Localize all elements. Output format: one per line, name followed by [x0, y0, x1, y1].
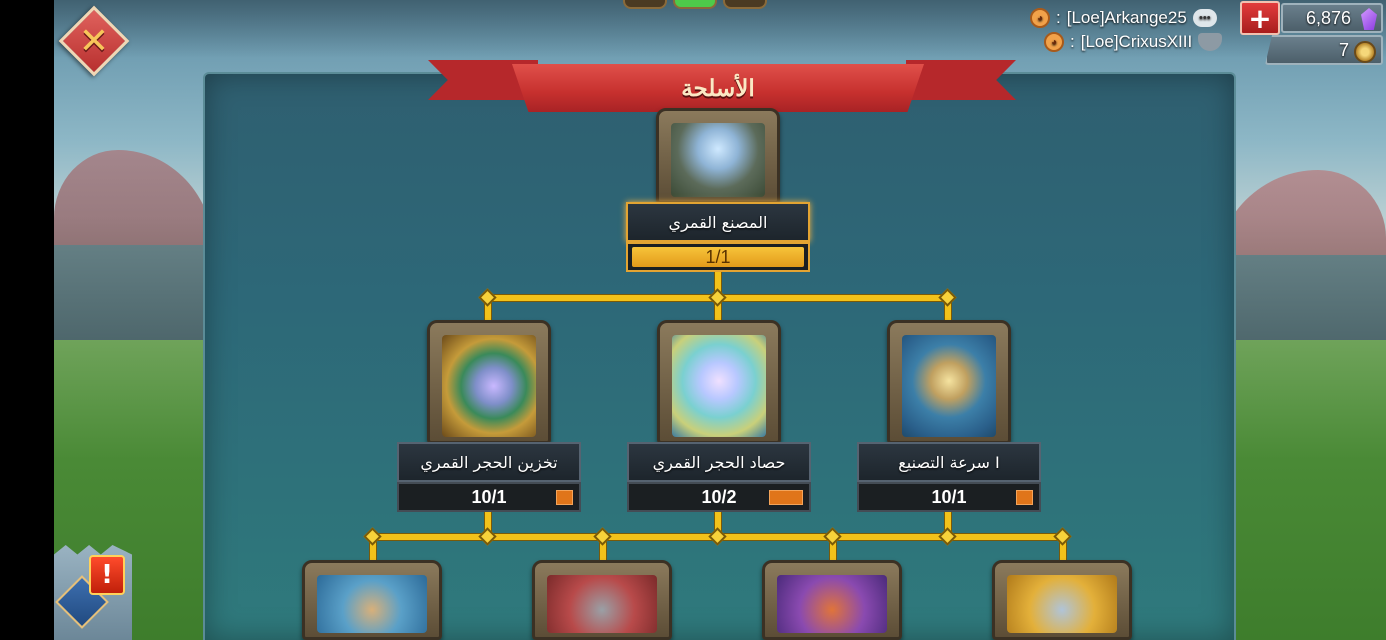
moonstones-icon [672, 335, 766, 437]
lunar-foundry-icon [671, 123, 765, 197]
node-frame [887, 320, 1011, 444]
player-prefix: : [1056, 8, 1061, 27]
plus-icon: + [1248, 1, 1272, 35]
node-frame [762, 560, 902, 640]
research-node-tier3[interactable] [762, 560, 902, 640]
player-row-2[interactable]: ◕ : [Loe]CrixusXIII [1044, 32, 1223, 52]
node-progress: 10/1 [397, 482, 581, 512]
node-title: حصاد الحجر القمري [627, 442, 811, 482]
player-name: [Loe]Arkange25 [1066, 8, 1187, 27]
add-gems-button[interactable]: + [1240, 1, 1280, 35]
shield-wings-icon [1198, 33, 1223, 51]
player-name: [Loe]CrixusXIII [1080, 32, 1193, 51]
research-node-tier3[interactable] [992, 560, 1132, 640]
player-prefix: : [1070, 32, 1075, 51]
player-face-icon: ◕ [1030, 8, 1050, 28]
research-node-root[interactable]: المصنع القمري 1/1 [626, 80, 810, 276]
node-frame [302, 560, 442, 640]
progress-text: 10/1 [931, 486, 967, 507]
page-dot[interactable] [623, 0, 667, 9]
progress-text: 10/2 [701, 486, 737, 507]
research-node-tier3[interactable] [302, 560, 442, 640]
node-frame [656, 108, 780, 204]
node-frame [427, 320, 551, 444]
purple-gem-icon [1361, 8, 1377, 30]
gold-medal-icon [1354, 41, 1376, 63]
page-dot-active[interactable] [673, 0, 717, 9]
moonstone-chest-icon [442, 335, 536, 437]
level-marker [556, 490, 573, 505]
level-marker [1016, 490, 1033, 505]
page-dot[interactable] [723, 0, 767, 9]
siege-icon [777, 575, 887, 633]
node-title: المصنع القمري [626, 202, 810, 242]
node-progress: 10/1 [857, 482, 1041, 512]
soldier-icon [1007, 575, 1117, 633]
research-node-speed[interactable]: سرعة التصنيع I 10/1 [857, 320, 1041, 514]
gems-value: 6,876 [1305, 7, 1351, 28]
progress-text: 1/1 [705, 246, 731, 267]
node-progress: 10/2 [627, 482, 811, 512]
alert-button[interactable]: ! [54, 535, 134, 640]
gems-counter[interactable]: 6,876 [1281, 3, 1383, 33]
player-row-1[interactable]: ◕ : [Loe]Arkange25 ••• [1030, 8, 1217, 28]
tokens-value: 7 [1338, 39, 1349, 60]
level-marker [769, 490, 803, 505]
background-wall-left [54, 245, 224, 340]
player-face-icon: ◕ [1044, 32, 1064, 52]
node-frame [992, 560, 1132, 640]
alert-exclamation-icon: ! [89, 555, 125, 595]
speech-bubble-icon: ••• [1192, 9, 1217, 27]
node-frame [657, 320, 781, 444]
node-frame [532, 560, 672, 640]
research-node-storage[interactable]: تخزين الحجر القمري 10/1 [397, 320, 581, 514]
research-node-harvest[interactable]: حصاد الحجر القمري 10/2 [627, 320, 811, 514]
node-title: سرعة التصنيع I [857, 442, 1041, 482]
node-progress: 1/1 [626, 242, 810, 272]
background-wall-right [1226, 255, 1386, 345]
page-indicator [623, 0, 767, 9]
research-node-tier3[interactable] [532, 560, 672, 640]
left-black-bar [0, 0, 54, 640]
shield-speed-icon [902, 335, 996, 437]
tokens-counter[interactable]: 7 [1265, 35, 1383, 65]
node-title: تخزين الحجر القمري [397, 442, 581, 482]
close-button[interactable]: ✕ [58, 5, 130, 77]
progress-text: 10/1 [471, 486, 507, 507]
close-icon: ✕ [78, 20, 110, 62]
cavalry-icon [317, 575, 427, 633]
infantry-icon [547, 575, 657, 633]
